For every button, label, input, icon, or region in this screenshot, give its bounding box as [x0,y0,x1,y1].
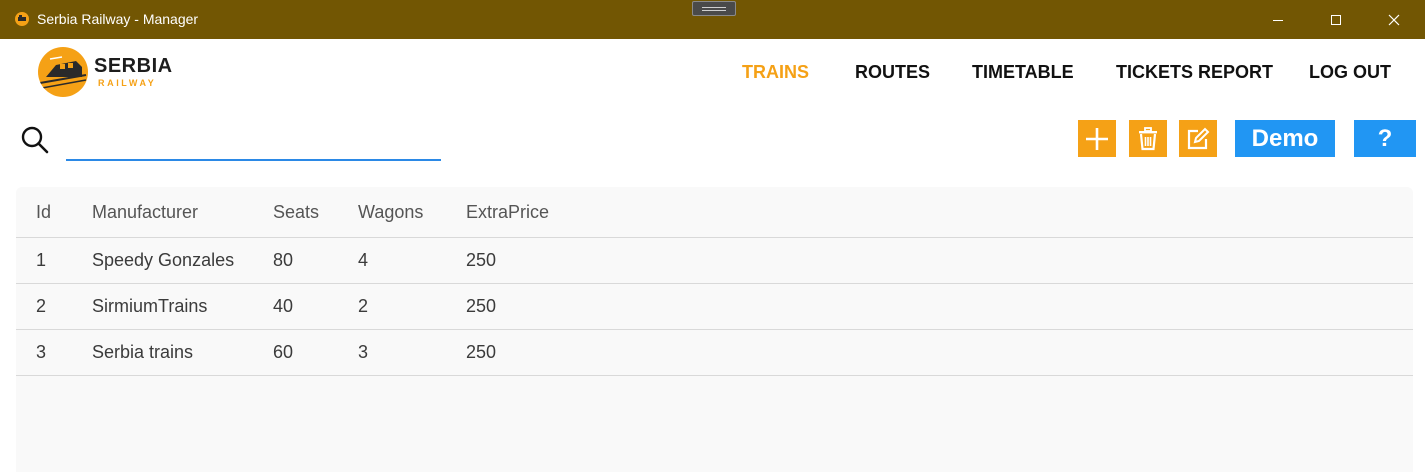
close-icon [1388,14,1400,25]
help-button[interactable]: ? [1354,120,1416,157]
cell-id: 3 [36,342,47,362]
cell-seats: 80 [273,250,294,270]
cell-seats: 60 [273,342,294,362]
cell-extraprice: 250 [466,342,497,362]
maximize-button[interactable] [1307,0,1365,39]
trash-icon [1139,126,1157,150]
column-header-seats[interactable]: Seats [273,187,319,237]
nav-timetable[interactable]: TIMETABLE [972,62,1074,83]
cell-extraprice: 250 [466,296,497,316]
demo-button[interactable]: Demo [1235,120,1335,157]
cell-manufacturer: Speedy Gonzales [92,250,235,270]
title-drag-handle[interactable] [692,1,736,16]
cell-manufacturer: Serbia trains [92,342,194,362]
edit-icon [1187,127,1210,149]
logo-subtitle: RAILWAY [98,78,157,88]
nav-routes[interactable]: ROUTES [855,62,930,83]
edit-train-button[interactable] [1179,120,1217,157]
delete-train-button[interactable] [1129,120,1167,157]
cell-manufacturer: SirmiumTrains [92,296,208,316]
cell-extraprice: 250 [466,250,497,270]
window-title: Serbia Railway - Manager [37,11,199,27]
train-logo-icon [38,47,88,97]
cell-id: 1 [36,250,47,270]
table-header: Id Manufacturer Seats Wagons ExtraPrice [16,187,1413,238]
minimize-button[interactable] [1249,0,1307,39]
plus-icon [1086,127,1108,150]
cell-wagons: 4 [358,250,369,270]
add-train-button[interactable] [1078,120,1116,157]
table-row[interactable]: 1 Speedy Gonzales 80 4 250 [16,238,1413,284]
search-icon [21,126,49,154]
close-button[interactable] [1365,0,1423,39]
search-input[interactable] [66,124,441,161]
maximize-icon [1331,14,1341,25]
nav-trains[interactable]: TRAINS [742,62,809,83]
cell-seats: 40 [273,296,294,316]
nav-tickets-report[interactable]: TICKETS REPORT [1116,62,1273,83]
table-row[interactable]: 2 SirmiumTrains 40 2 250 [16,284,1413,330]
app-icon [15,12,29,26]
trains-table: Id Manufacturer Seats Wagons ExtraPrice … [16,187,1413,472]
cell-id: 2 [36,296,47,316]
app-logo: SERBIA RAILWAY [34,46,194,98]
column-header-manufacturer[interactable]: Manufacturer [92,187,198,237]
cell-wagons: 2 [358,296,369,316]
column-header-id[interactable]: Id [36,187,51,237]
table-row[interactable]: 3 Serbia trains 60 3 250 [16,330,1413,376]
column-header-wagons[interactable]: Wagons [358,187,423,237]
title-bar: Serbia Railway - Manager [0,0,1425,39]
nav-log-out[interactable]: LOG OUT [1309,62,1391,83]
minimize-icon [1273,19,1283,21]
cell-wagons: 3 [358,342,369,362]
logo-title: SERBIA [94,55,173,77]
column-header-extraprice[interactable]: ExtraPrice [466,187,549,237]
